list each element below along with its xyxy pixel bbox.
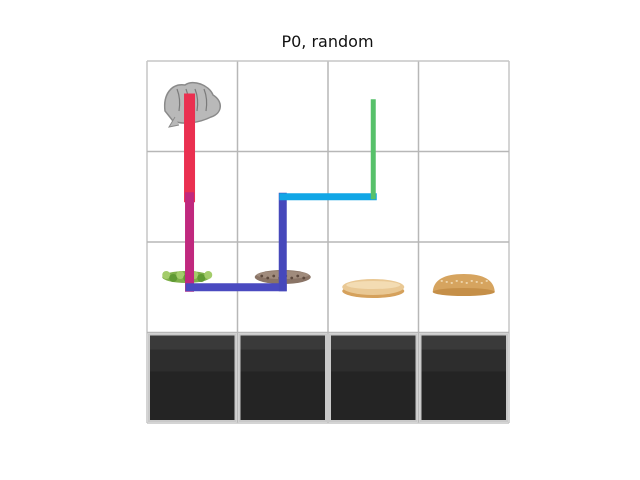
- counter-cell: [419, 333, 508, 422]
- game-stage: P0, random: [0, 0, 640, 480]
- bun-bottom-icon: [342, 279, 405, 298]
- floor-cell: [418, 151, 509, 242]
- counter-cell: [148, 333, 237, 422]
- floor-cell: [418, 61, 509, 152]
- counter-cell: [238, 333, 327, 422]
- floor-cell: [237, 61, 328, 152]
- counter-cell: [329, 333, 418, 422]
- game-board: [146, 60, 510, 424]
